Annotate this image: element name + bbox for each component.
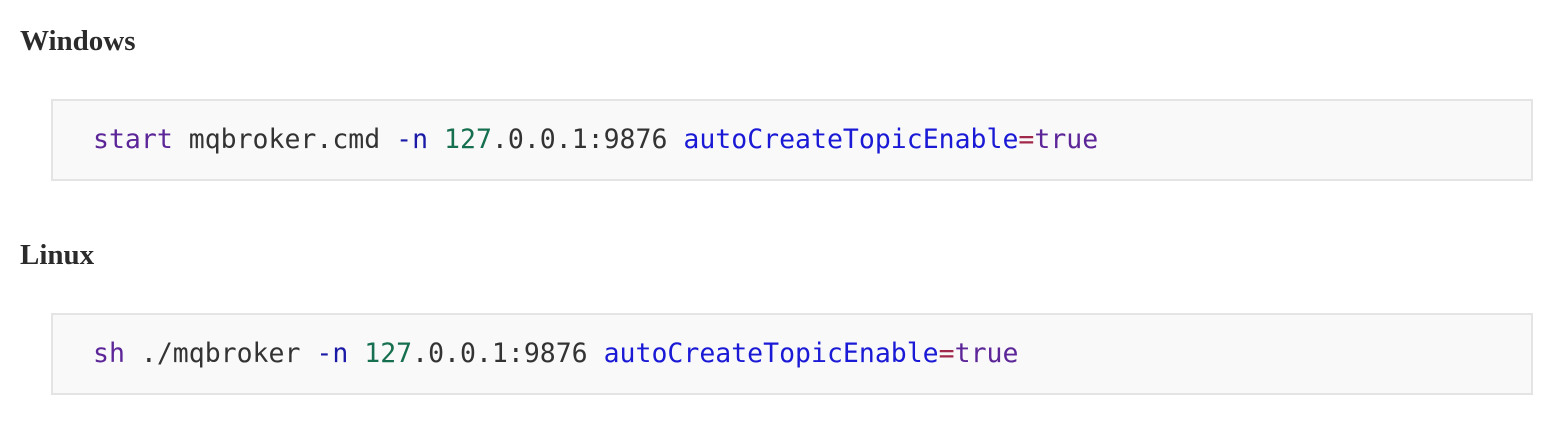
windows-code-block[interactable]: start mqbroker.cmd -n 127.0.0.1:9876 aut…	[51, 99, 1533, 181]
code-number: 127	[364, 338, 413, 369]
code-address: .0.0.1:9876	[491, 124, 684, 155]
linux-command[interactable]: sh ./mqbroker -n 127.0.0.1:9876 autoCrea…	[93, 335, 1018, 373]
code-address: .0.0.1:9876	[412, 338, 604, 369]
code-keyword-sh: sh	[93, 338, 125, 369]
code-number: 127	[444, 124, 492, 155]
code-value: true	[954, 338, 1019, 369]
code-command-name: mqbroker.cmd	[172, 124, 397, 155]
linux-heading: Linux	[20, 239, 95, 271]
windows-heading: Windows	[20, 25, 136, 57]
code-operator: =	[1018, 124, 1035, 155]
code-flag: -n	[316, 338, 349, 369]
code-flag: -n	[396, 124, 429, 155]
code-property: autoCreateTopicEnable	[683, 124, 1019, 155]
windows-command[interactable]: start mqbroker.cmd -n 127.0.0.1:9876 aut…	[93, 121, 1098, 159]
code-keyword-start: start	[93, 124, 173, 155]
code-command-name: ./mqbroker	[124, 338, 317, 369]
linux-code-block[interactable]: sh ./mqbroker -n 127.0.0.1:9876 autoCrea…	[51, 313, 1533, 395]
code-operator: =	[938, 338, 955, 369]
code-property: autoCreateTopicEnable	[603, 338, 939, 369]
code-value: true	[1034, 124, 1099, 155]
